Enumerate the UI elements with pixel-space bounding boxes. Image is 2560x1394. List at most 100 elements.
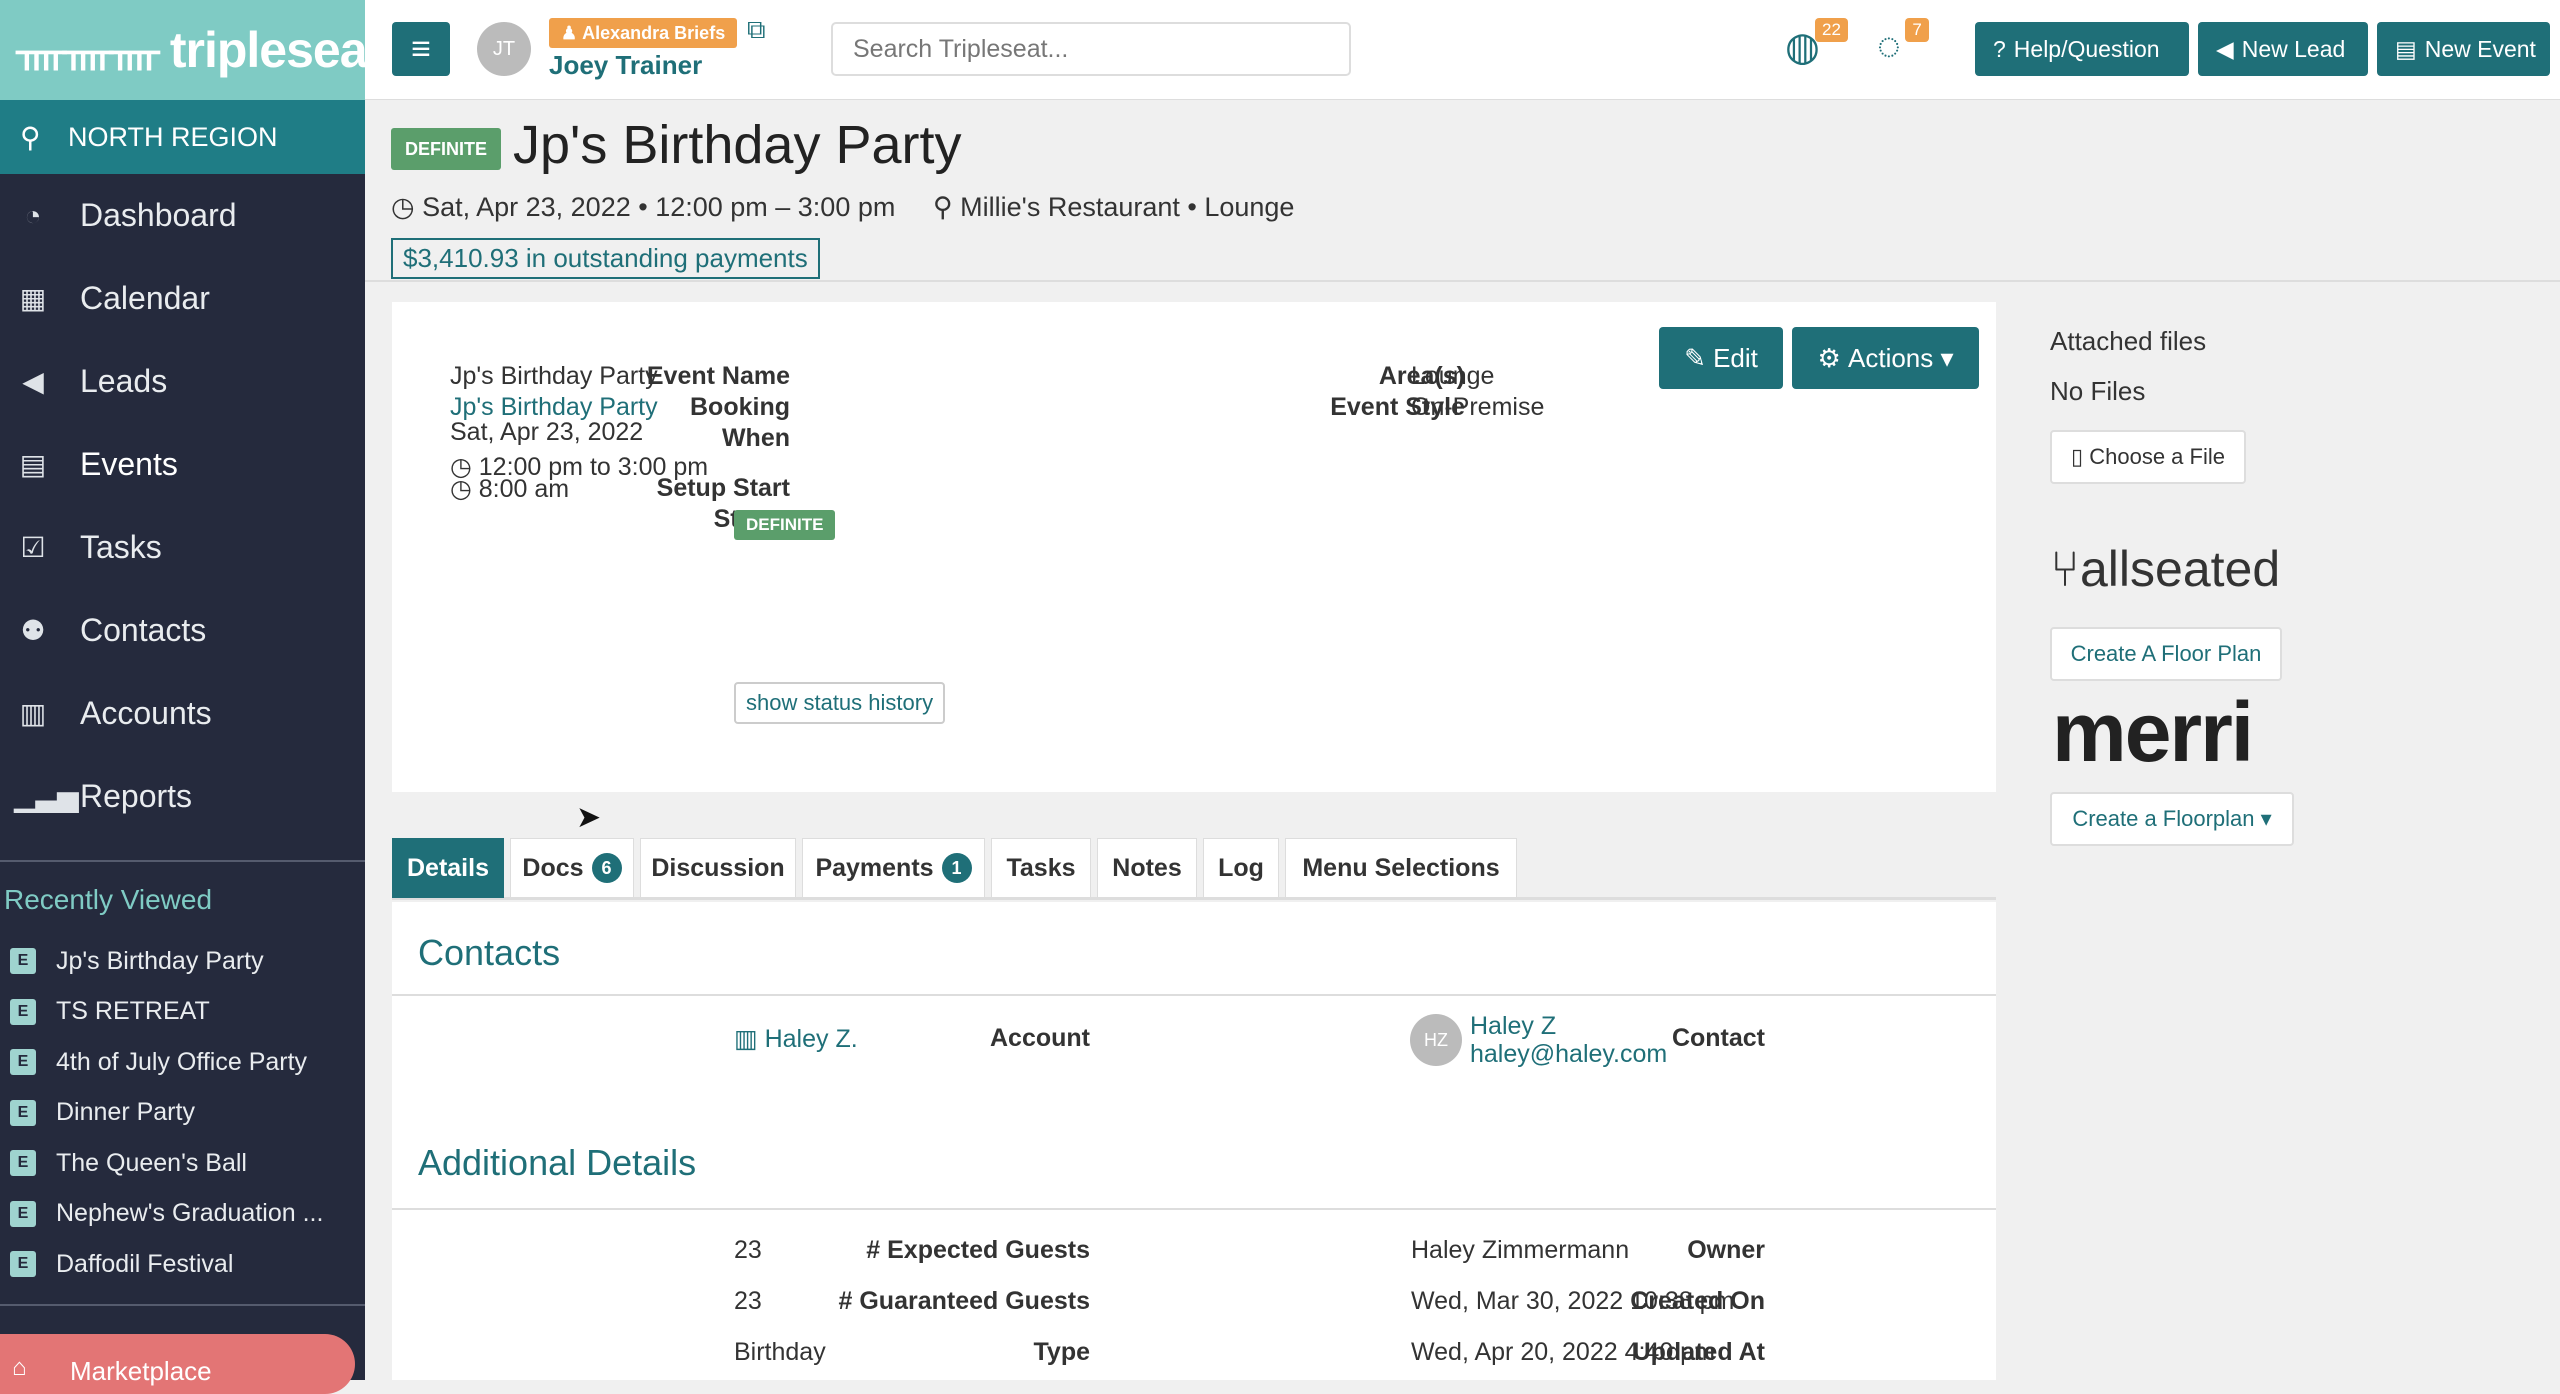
right-panel: Attached files No Files ▯ Choose a File … xyxy=(2050,302,2530,902)
sidebar-item-calendar[interactable]: ▦ Calendar xyxy=(0,257,365,340)
show-status-history-button[interactable]: show status history xyxy=(734,682,946,724)
contact-email-link[interactable]: haley@haley.com xyxy=(1470,1040,1667,1069)
avatar: HZ xyxy=(1410,1014,1462,1066)
tab-docs[interactable]: Docs 6 xyxy=(510,838,634,898)
notifications-chat[interactable]: ◌ 7 xyxy=(1877,18,1929,69)
sidebar-item-reports[interactable]: ▁▃▅ Reports xyxy=(0,755,365,838)
expected-guests-value: 23 xyxy=(734,1236,762,1264)
divider xyxy=(392,1208,1996,1210)
notification-count-badge: 22 xyxy=(1814,18,1848,42)
event-location: Millie's Restaurant • Lounge xyxy=(960,192,1295,222)
hamburger-icon: ≡ xyxy=(411,29,431,68)
attached-files-heading: Attached files xyxy=(2050,326,2207,356)
sidebar-item-accounts[interactable]: ▥ Accounts xyxy=(0,672,365,755)
type-label: Type xyxy=(1033,1338,1091,1366)
tab-discussion[interactable]: Discussion xyxy=(640,838,796,898)
tab-label: Details xyxy=(407,853,489,882)
tab-notes[interactable]: Notes xyxy=(1097,838,1197,898)
new-lead-button[interactable]: ◀ New Lead xyxy=(2198,22,2368,76)
chair-icon: ⑂ xyxy=(2050,541,2080,597)
gear-icon: ⚙ xyxy=(1817,342,1848,373)
sidebar-item-label: Dashboard xyxy=(80,197,237,233)
notifications-globe[interactable]: ◍ 22 xyxy=(1785,18,1848,70)
sidebar-item-label: Accounts xyxy=(80,695,212,731)
new-event-button[interactable]: ▤ New Event xyxy=(2377,22,2550,76)
edit-label: Edit xyxy=(1713,342,1758,373)
marketplace-button[interactable]: ⌂ Marketplace xyxy=(0,1334,355,1394)
tripleseat-logo[interactable]: ᚄᚄᚄ tripleseat xyxy=(0,0,383,100)
tab-payments[interactable]: Payments 1 xyxy=(802,838,985,898)
event-when: Sat, Apr 23, 2022 • 12:00 pm – 3:00 pm xyxy=(422,192,896,222)
tab-label: Notes xyxy=(1112,853,1182,882)
event-date-location: ◷ Sat, Apr 23, 2022 • 12:00 pm – 3:00 pm… xyxy=(391,192,1294,223)
guaranteed-guests-value: 23 xyxy=(734,1287,762,1315)
create-floor-plan-button[interactable]: Create A Floor Plan xyxy=(2050,627,2282,681)
users-icon: ⚉ xyxy=(20,615,46,646)
sidebar-item-leads[interactable]: ◀ Leads xyxy=(0,340,365,423)
sidebar-item-label: Reports xyxy=(80,778,193,814)
sidebar-item-label: Contacts xyxy=(80,612,207,648)
type-value: Birthday xyxy=(734,1338,826,1366)
avatar[interactable]: JT xyxy=(477,22,531,76)
map-pin-icon: ⚲ xyxy=(20,121,41,153)
external-link-icon[interactable]: ⧉ xyxy=(747,14,766,46)
sidebar-item-tasks[interactable]: ☑ Tasks xyxy=(0,506,365,589)
tab-label: Log xyxy=(1218,853,1264,882)
pencil-icon: ✎ xyxy=(1684,342,1714,373)
region-selector[interactable]: ⚲ NORTH REGION xyxy=(0,100,365,174)
sidebar-item-label: Events xyxy=(80,446,178,482)
region-label: NORTH REGION xyxy=(68,121,278,152)
sidebar-item-events[interactable]: ▤ Events xyxy=(0,423,365,506)
event-badge: E xyxy=(10,1049,36,1076)
event-style-value: On-Premise xyxy=(1411,393,1545,421)
account-link[interactable]: ▥ Haley Z. xyxy=(734,1024,858,1054)
outstanding-payments-link[interactable]: $3,410.93 in outstanding payments xyxy=(391,238,820,279)
recent-item[interactable]: E Daffodil Festival xyxy=(0,1239,365,1290)
menu-toggle-button[interactable]: ≡ xyxy=(392,22,450,76)
status-badge: DEFINITE xyxy=(734,510,836,540)
question-circle-icon: ? xyxy=(1993,35,2006,62)
create-floorplan-dropdown-button[interactable]: Create a Floorplan ▾ xyxy=(2050,792,2294,846)
choose-file-button[interactable]: ▯ Choose a File xyxy=(2050,430,2246,484)
impersonation-name: Alexandra Briefs xyxy=(582,22,726,43)
details-panel: Contacts Account ▥ Haley Z. Contact HZ H… xyxy=(392,902,1996,1380)
allseated-logo-text: allseated xyxy=(2080,541,2281,597)
event-badge: E xyxy=(10,948,36,975)
contact-name-link[interactable]: Haley Z xyxy=(1470,1012,1556,1041)
no-files-text: No Files xyxy=(2050,376,2146,406)
allseated-logo: ⑂allseated xyxy=(2050,540,2280,598)
tab-tasks[interactable]: Tasks xyxy=(991,838,1091,898)
recent-item[interactable]: E TS RETREAT xyxy=(0,987,365,1038)
page-title: Jp's Birthday Party xyxy=(513,115,962,175)
tab-count-badge: 1 xyxy=(941,853,972,883)
create-floorplan-label: Create a Floorplan xyxy=(2072,806,2255,831)
tab-log[interactable]: Log xyxy=(1203,838,1279,898)
help-question-button[interactable]: ? Help/Question xyxy=(1975,22,2189,76)
actions-label: Actions xyxy=(1848,342,1934,373)
when-label: When xyxy=(721,424,790,452)
account-label: Account xyxy=(990,1024,1090,1052)
setup-start-label: Setup Start xyxy=(656,474,790,502)
recent-item[interactable]: E Jp's Birthday Party xyxy=(0,936,365,987)
new-lead-label: New Lead xyxy=(2241,35,2346,62)
recent-item[interactable]: E The Queen's Ball xyxy=(0,1138,365,1189)
search-input[interactable] xyxy=(831,22,1351,76)
recent-item[interactable]: E Nephew's Graduation ... xyxy=(0,1189,365,1240)
impersonation-badge[interactable]: ♟ Alexandra Briefs xyxy=(549,18,738,48)
tab-menu-selections[interactable]: Menu Selections xyxy=(1285,838,1517,898)
topbar: ≡ JT ♟ Alexandra Briefs ⧉ Joey Trainer ◍… xyxy=(365,0,2560,100)
map-pin-icon: ⚲ xyxy=(932,192,953,222)
recent-item[interactable]: E Dinner Party xyxy=(0,1088,365,1139)
recent-item[interactable]: E 4th of July Office Party xyxy=(0,1037,365,1088)
sidebar-item-dashboard[interactable]: ◔ Dashboard xyxy=(0,174,365,257)
user-name[interactable]: Joey Trainer xyxy=(549,50,702,81)
edit-button[interactable]: ✎ Edit xyxy=(1659,327,1783,389)
merri-logo: merri xyxy=(2052,685,2254,779)
recent-item-label: Jp's Birthday Party xyxy=(56,946,264,975)
recent-item-label: The Queen's Ball xyxy=(56,1148,247,1177)
sidebar-item-contacts[interactable]: ⚉ Contacts xyxy=(0,589,365,672)
actions-dropdown-button[interactable]: ⚙ Actions ▾ xyxy=(1792,327,1979,389)
divider xyxy=(0,860,365,862)
tab-details[interactable]: Details xyxy=(392,838,504,898)
events-icon: ▤ xyxy=(19,449,47,480)
